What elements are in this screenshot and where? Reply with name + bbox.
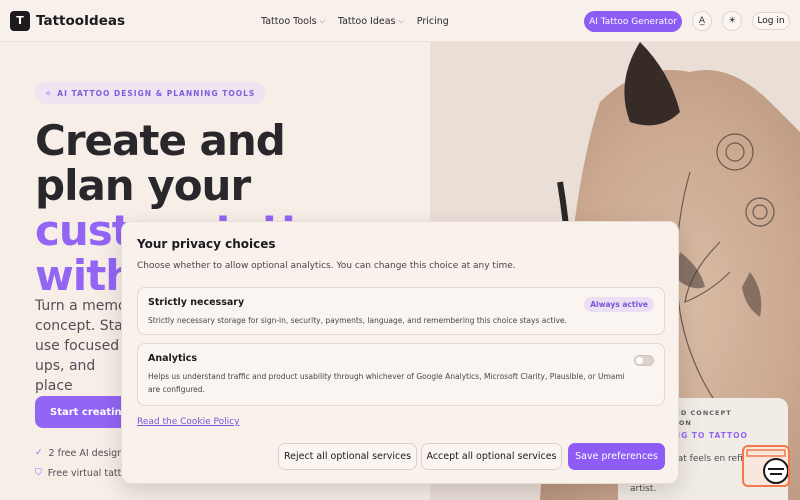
toggle-knob bbox=[636, 357, 643, 364]
analytics-toggle[interactable] bbox=[634, 355, 654, 366]
accept-optional-button[interactable]: Accept all optional services bbox=[421, 443, 562, 470]
cookie-policy-link[interactable]: Read the Cookie Policy bbox=[137, 417, 239, 427]
ai-tattoo-generator-button[interactable]: AI Tattoo Generator bbox=[584, 11, 682, 32]
chat-bubble-icon bbox=[746, 449, 789, 484]
reject-optional-button[interactable]: Reject all optional services bbox=[278, 443, 417, 470]
brand-logo[interactable]: T TattooIdeas bbox=[10, 10, 126, 31]
strictly-necessary-description: Strictly necessary storage for sign-in, … bbox=[148, 316, 567, 325]
nav-tattoo-ideas[interactable]: Tattoo Ideas ⌵ bbox=[338, 16, 404, 27]
nav-pricing-label: Pricing bbox=[416, 15, 449, 27]
strictly-necessary-title: Strictly necessary bbox=[148, 297, 245, 308]
chevron-down-icon: ⌵ bbox=[319, 16, 325, 25]
brand-name: TattooIdeas bbox=[36, 12, 126, 29]
nav-pricing[interactable]: Pricing bbox=[417, 16, 449, 27]
chevron-down-icon: ⌵ bbox=[398, 16, 404, 25]
privacy-choices-dialog: Your privacy choices Choose whether to a… bbox=[121, 221, 679, 484]
top-header: T TattooIdeas Tattoo Tools ⌵ Tattoo Ideas… bbox=[0, 0, 800, 42]
save-preferences-button[interactable]: Save preferences bbox=[568, 443, 665, 470]
sun-icon: ☀ bbox=[727, 16, 737, 26]
translate-icon: A̲ bbox=[698, 16, 706, 26]
nav-tattoo-tools[interactable]: Tattoo Tools ⌵ bbox=[261, 16, 325, 27]
login-button[interactable]: Log in bbox=[752, 12, 790, 30]
logo-mark-icon: T bbox=[10, 10, 30, 31]
analytics-title: Analytics bbox=[148, 353, 198, 364]
always-active-badge: Always active bbox=[584, 297, 654, 312]
privacy-dialog-description: Choose whether to allow optional analyti… bbox=[137, 261, 516, 271]
chat-widget-button[interactable] bbox=[742, 445, 790, 487]
strictly-necessary-option: Strictly necessary Strictly necessary st… bbox=[137, 287, 665, 335]
analytics-description: Helps us understand traffic and product … bbox=[148, 372, 625, 394]
privacy-dialog-title: Your privacy choices bbox=[137, 237, 276, 251]
nav-tattoo-tools-label: Tattoo Tools bbox=[261, 15, 317, 27]
theme-toggle-button[interactable]: ☀ bbox=[722, 11, 742, 31]
analytics-option: Analytics Helps us understand traffic an… bbox=[137, 343, 665, 406]
language-button[interactable]: A̲ bbox=[692, 11, 712, 31]
nav-tattoo-ideas-label: Tattoo Ideas bbox=[337, 15, 396, 27]
main-nav: Tattoo Tools ⌵ Tattoo Ideas ⌵ Pricing bbox=[261, 0, 449, 42]
